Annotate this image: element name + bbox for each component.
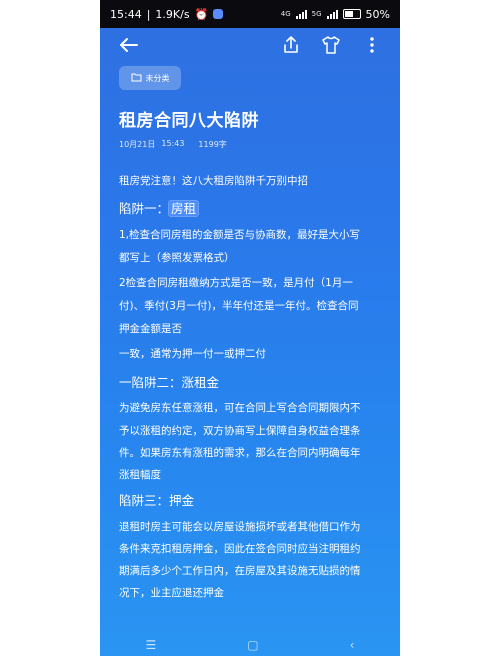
paragraph-line: 况下，业主应退还押金 [119,587,224,599]
paragraph-line: 付)、季付(3月一付)，半年付还是一年付。检查合同 [119,300,359,312]
paragraph-line: 都写上（参照发票格式） [119,252,235,264]
status-bar: 15:44 | 1.9K/s ⏰ 4G 5G 50% [100,0,400,28]
signal-icon [295,9,307,19]
note-toolbar [100,28,400,60]
folder-tag[interactable]: 未分类 [119,66,181,90]
network-type-2: 5G [311,10,322,18]
signal-icon-2 [326,9,338,19]
menu-nav-icon[interactable]: ☰ [146,638,157,652]
paragraph-line: 条件来克扣租房押金，因此在签合同时应当注明租约 [119,543,361,555]
note-date: 10月21日 [119,140,156,149]
paragraph-line: 押金金额是否 [119,323,182,335]
paragraph-line: 退租时房主可能会以房屋设施损坏或者其他借口作为 [119,521,361,533]
system-nav-bar: ☰ ▢ ‹ [100,634,400,656]
folder-icon [131,73,142,84]
note-title[interactable]: 租房合同八大陷阱 [119,106,259,131]
alarm-icon: ⏰ [194,7,209,21]
home-nav-icon[interactable]: ▢ [247,638,258,652]
intro-line: 租房党注意！这八大租房陷阱千万别中招 [119,175,308,187]
status-time: 15:44 [110,7,142,21]
paragraph-line: 为避免房东任意涨租，可在合同上写合合同期限内不 [119,402,361,414]
heading-trap-2: 一陷阱二：涨租金 [119,375,220,390]
selected-text[interactable]: 房租 [168,200,200,217]
paragraph-line: 期满后多少个工作日内，在房屋及其设施无贴损的情 [119,565,361,577]
paragraph-line: 涨租幅度 [119,469,161,481]
paragraph-line: 1,检查合同房租的金额是否与协商数，最好是大小写 [119,229,361,241]
back-arrow-icon[interactable] [118,34,140,56]
paragraph-line: 予以涨租的约定，双方协商写上保障自身权益合理条 [119,425,361,437]
battery-icon [342,9,361,19]
battery-percent: 50% [365,7,390,21]
char-count: 1199字 [198,140,227,149]
paragraph-line: 件。如果房东有涨租的需求，那么在合同内明确每年 [119,447,361,459]
network-type-1: 4G [280,10,291,18]
tshirt-icon[interactable] [320,34,342,56]
paragraph-line: 2检查合同房租缴纳方式是否一致，是月付（1月一 [119,277,353,289]
paragraph-line: 一致，通常为押一付一或押二付 [119,348,266,360]
share-icon[interactable] [280,34,302,56]
network-speed: 1.9K/s [155,7,190,21]
note-meta: 10月21日 15:43 1199字 [119,139,227,150]
folder-label: 未分类 [145,73,170,83]
heading-trap-1: 陷阱一： 房租 [119,198,200,217]
note-time: 15:43 [161,139,185,148]
more-vertical-icon[interactable] [361,34,383,56]
heading-trap-3: 陷阱三：押金 [119,493,195,508]
heading-trap-1-prefix: 陷阱一： [119,201,170,216]
back-nav-icon[interactable]: ‹ [350,638,355,652]
phone-screen: 15:44 | 1.9K/s ⏰ 4G 5G 50% 未分类 租房合同八大陷阱 … [100,0,400,656]
app-notification-icon [213,9,224,19]
